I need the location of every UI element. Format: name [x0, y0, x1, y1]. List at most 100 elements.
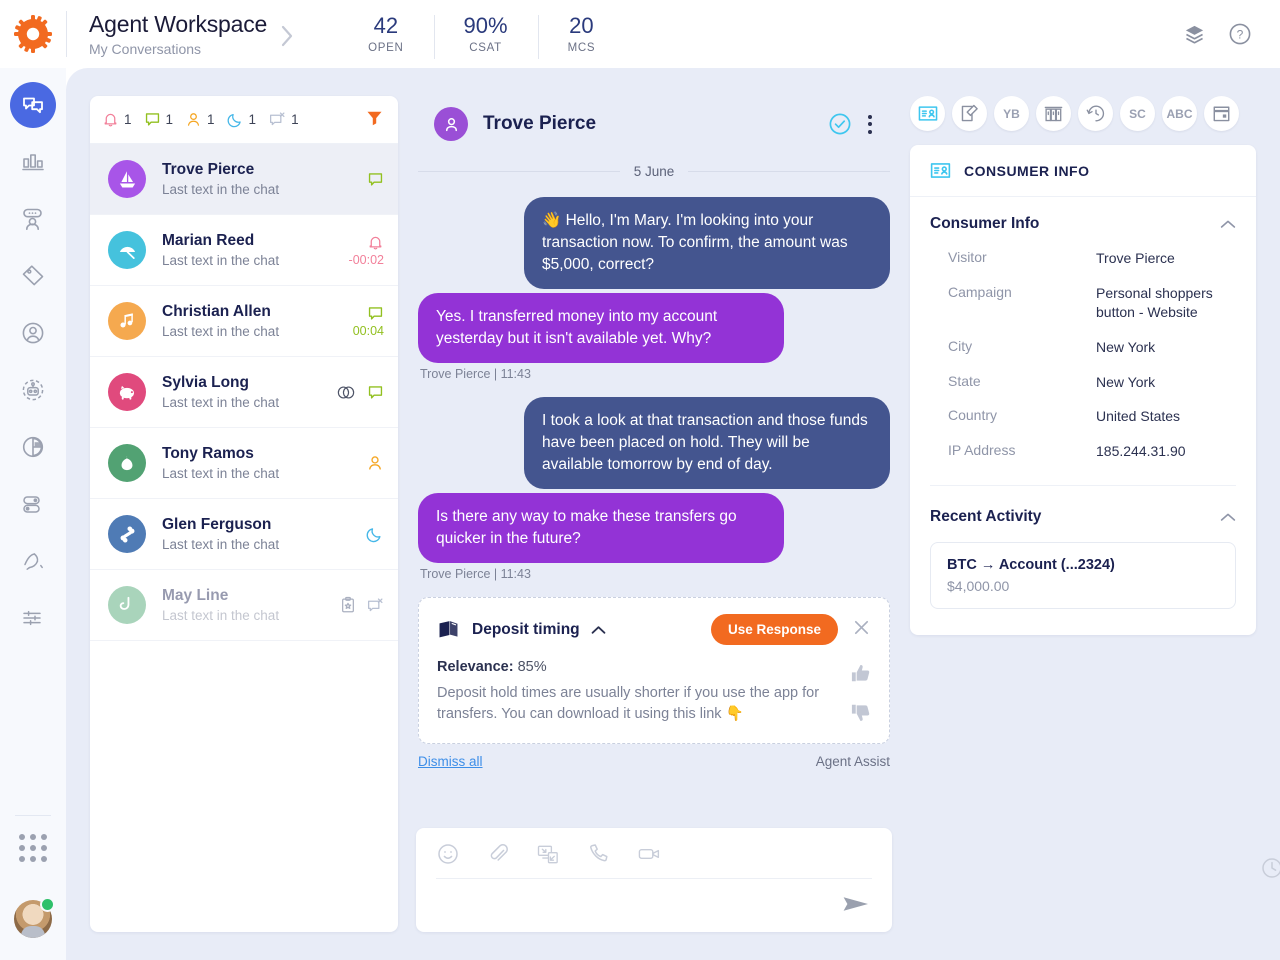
consumer-info-section-header[interactable]: Consumer Info — [930, 215, 1236, 233]
conversation-meta — [335, 384, 384, 401]
section-title: Recent Activity — [930, 508, 1042, 526]
filter-bell[interactable]: 1 — [102, 111, 132, 128]
kpi-mcs-value: 20 — [569, 13, 594, 39]
history-icon — [1086, 105, 1104, 122]
tab-notes[interactable] — [952, 96, 987, 131]
avatar-music — [108, 302, 146, 340]
sidebar-item-profiles[interactable] — [10, 310, 56, 356]
paperclip-icon[interactable] — [486, 842, 510, 866]
sidebar-item-tags[interactable] — [10, 253, 56, 299]
conversation-item-christian-allen[interactable]: Christian Allen Last text in the chat 00… — [90, 286, 398, 357]
clipboard-star-icon — [342, 596, 354, 613]
conversation-item-tony-ramos[interactable]: Tony Ramos Last text in the chat — [90, 428, 398, 499]
sidebar-item-reports[interactable] — [10, 424, 56, 470]
filter-funnel-button[interactable] — [365, 108, 384, 132]
tab-abc[interactable]: ABC — [1162, 96, 1197, 131]
activity-title: BTC → Account (...2324) — [947, 557, 1115, 574]
grid-apps-icon[interactable] — [19, 834, 47, 862]
section-divider — [930, 485, 1236, 487]
conversation-timer: 00:04 — [352, 323, 384, 338]
conversation-preview: Last text in the chat — [162, 324, 280, 340]
conversation-preview: Last text in the chat — [162, 608, 280, 624]
sidebar-item-toggles[interactable] — [10, 481, 56, 527]
conversation-item-glen-ferguson[interactable]: Glen Ferguson Last text in the chat — [90, 499, 398, 570]
activity-amount: $4,000.00 — [947, 578, 1010, 595]
filter-dismissed[interactable]: 1 — [268, 111, 299, 128]
feedback-buttons — [850, 659, 871, 725]
conversation-preview: Last text in the chat — [162, 395, 280, 411]
app-logo[interactable] — [0, 15, 66, 53]
consumer-info-section: Consumer Info Visitor Trove Pierce Campa… — [910, 197, 1256, 494]
composer-input[interactable] — [436, 879, 872, 925]
emoji-icon[interactable] — [436, 842, 460, 866]
id-card-icon — [930, 163, 951, 178]
tab-binders[interactable] — [1036, 96, 1071, 131]
sidebar-item-bots[interactable] — [10, 367, 56, 413]
info-key: Campaign — [948, 283, 1012, 300]
info-row-country: Country United States — [930, 407, 1236, 426]
chat-dismiss-icon — [367, 597, 383, 611]
message-stamp: Trove Pierce | 11:43 — [420, 367, 531, 381]
filter-bell-count: 1 — [124, 112, 132, 127]
video-icon[interactable] — [637, 842, 663, 866]
phone-icon[interactable] — [587, 842, 611, 866]
left-nav-rail — [0, 68, 66, 960]
person-icon — [187, 113, 200, 126]
composer-history[interactable] — [1260, 856, 1280, 960]
layers-icon[interactable] — [1183, 23, 1206, 46]
chevron-up-icon[interactable] — [591, 625, 606, 635]
thumbs-up-icon[interactable] — [850, 663, 871, 683]
screen-share-icon[interactable] — [536, 842, 561, 866]
check-circle-icon[interactable] — [828, 112, 852, 136]
tab-yb[interactable]: YB — [994, 96, 1029, 131]
conversation-item-may-line[interactable]: May Line Last text in the chat — [90, 570, 398, 641]
conversation-item-trove-pierce[interactable]: Trove Pierce Last text in the chat — [90, 144, 398, 215]
filter-chat[interactable]: 1 — [144, 111, 173, 128]
conversation-name: Christian Allen — [162, 302, 271, 320]
use-response-button[interactable]: Use Response — [710, 614, 838, 645]
conversation-item-sylvia-long[interactable]: Sylvia Long Last text in the chat — [90, 357, 398, 428]
conversation-meta — [366, 454, 384, 472]
sidebar-item-routing[interactable] — [10, 538, 56, 584]
filter-moon[interactable]: 1 — [227, 111, 256, 128]
sidebar-item-conversations[interactable] — [10, 82, 56, 128]
book-icon — [439, 621, 458, 638]
sailboat-icon — [119, 170, 135, 188]
recent-activity-header[interactable]: Recent Activity — [930, 508, 1236, 526]
conversation-item-marian-reed[interactable]: Marian Reed Last text in the chat -00:02 — [90, 215, 398, 286]
kebab-menu-icon[interactable] — [862, 111, 878, 138]
tab-calendar[interactable] — [1204, 96, 1239, 131]
filter-dismissed-count: 1 — [291, 112, 299, 127]
tab-consumer-info[interactable] — [910, 96, 945, 131]
chevron-right-icon[interactable] — [281, 25, 294, 47]
message-row: 👋 Hello, I'm Mary. I'm looking into your… — [418, 197, 890, 289]
tab-history[interactable] — [1078, 96, 1113, 131]
rail-divider — [15, 815, 51, 816]
conversation-timer: -00:02 — [348, 252, 384, 267]
presence-indicator — [40, 897, 55, 912]
chat-square-icon — [368, 385, 383, 399]
close-icon[interactable] — [852, 618, 871, 642]
music-note-icon — [120, 313, 133, 328]
sidebar-item-analytics[interactable] — [10, 139, 56, 185]
help-circle-icon[interactable]: ? — [1228, 22, 1252, 46]
agent-assist-body: Relevance: 85% Deposit hold times are us… — [437, 659, 871, 725]
consumer-info-card: CONSUMER INFO Consumer Info Visitor Trov… — [910, 145, 1256, 636]
filter-person[interactable]: 1 — [185, 111, 215, 128]
agent-assist-footer: Dismiss all Agent Assist — [418, 754, 890, 769]
message-row: Yes. I transferred money into my account… — [418, 293, 890, 363]
activity-item[interactable]: BTC → Account (...2324) $4,000.00 — [930, 542, 1236, 610]
chevron-up-icon[interactable] — [1220, 512, 1236, 522]
conversation-name: Marian Reed — [162, 231, 255, 249]
sidebar-item-agents[interactable] — [10, 196, 56, 242]
workspace-title-block[interactable]: Agent Workspace My Conversations — [67, 11, 294, 57]
info-value: New York — [1096, 373, 1156, 390]
tab-sc[interactable]: SC — [1120, 96, 1155, 131]
thumbs-down-icon[interactable] — [850, 703, 871, 723]
send-button[interactable] — [842, 893, 870, 920]
conversation-meta — [366, 525, 384, 543]
sidebar-item-settings[interactable] — [10, 595, 56, 641]
avatar[interactable] — [14, 897, 55, 938]
dismiss-all-link[interactable]: Dismiss all — [418, 754, 483, 769]
chevron-up-icon[interactable] — [1220, 219, 1236, 229]
